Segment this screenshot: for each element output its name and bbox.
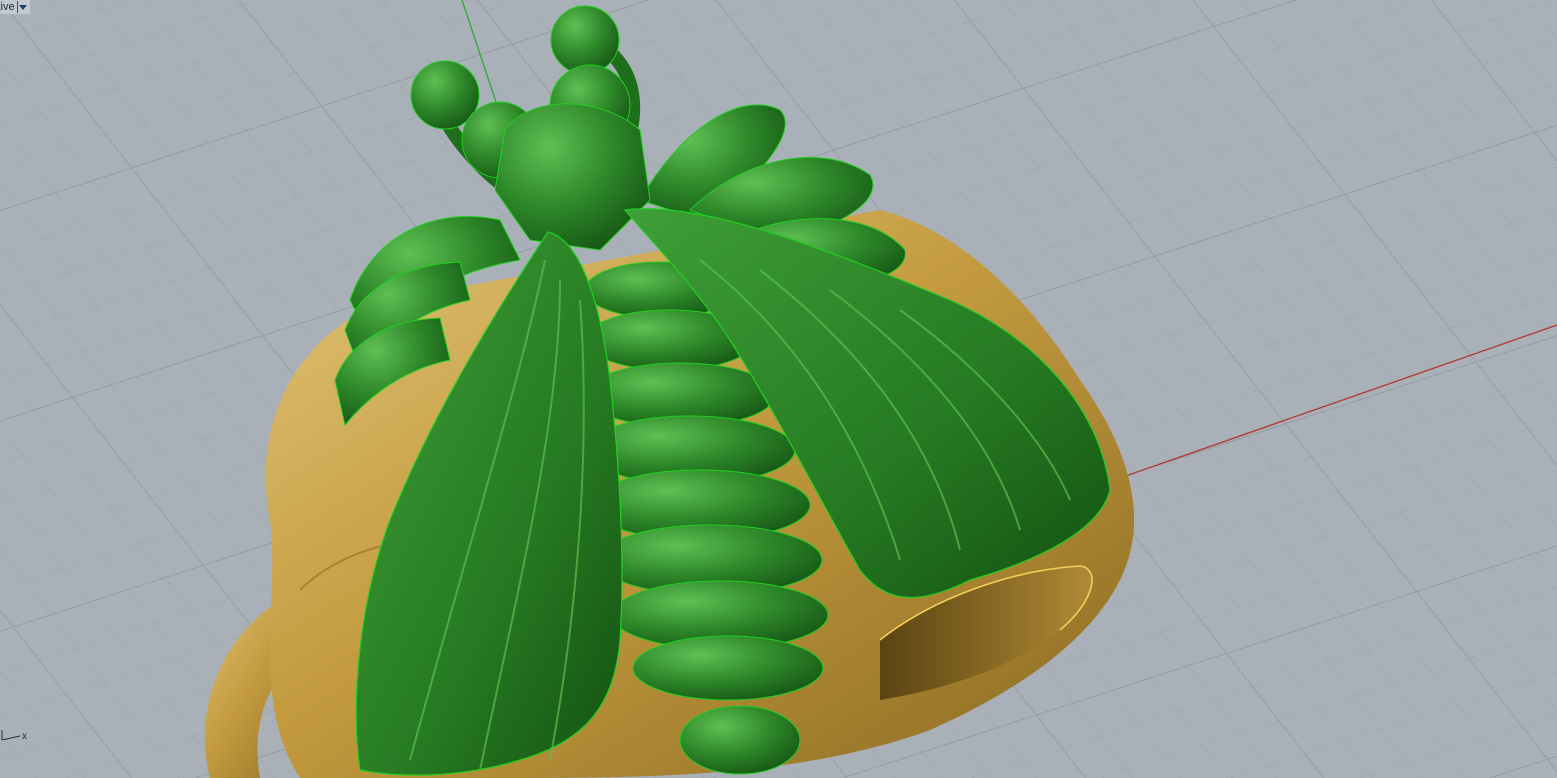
perspective-viewport[interactable]: ctive x [0, 0, 1557, 778]
scene-canvas [0, 0, 1557, 778]
axis-x-label: x [22, 731, 27, 742]
triangle-down-icon[interactable] [16, 1, 28, 13]
viewport-name: ctive [0, 1, 15, 13]
viewport-title[interactable]: ctive [0, 0, 30, 14]
axis-triad-icon: x [0, 726, 34, 746]
